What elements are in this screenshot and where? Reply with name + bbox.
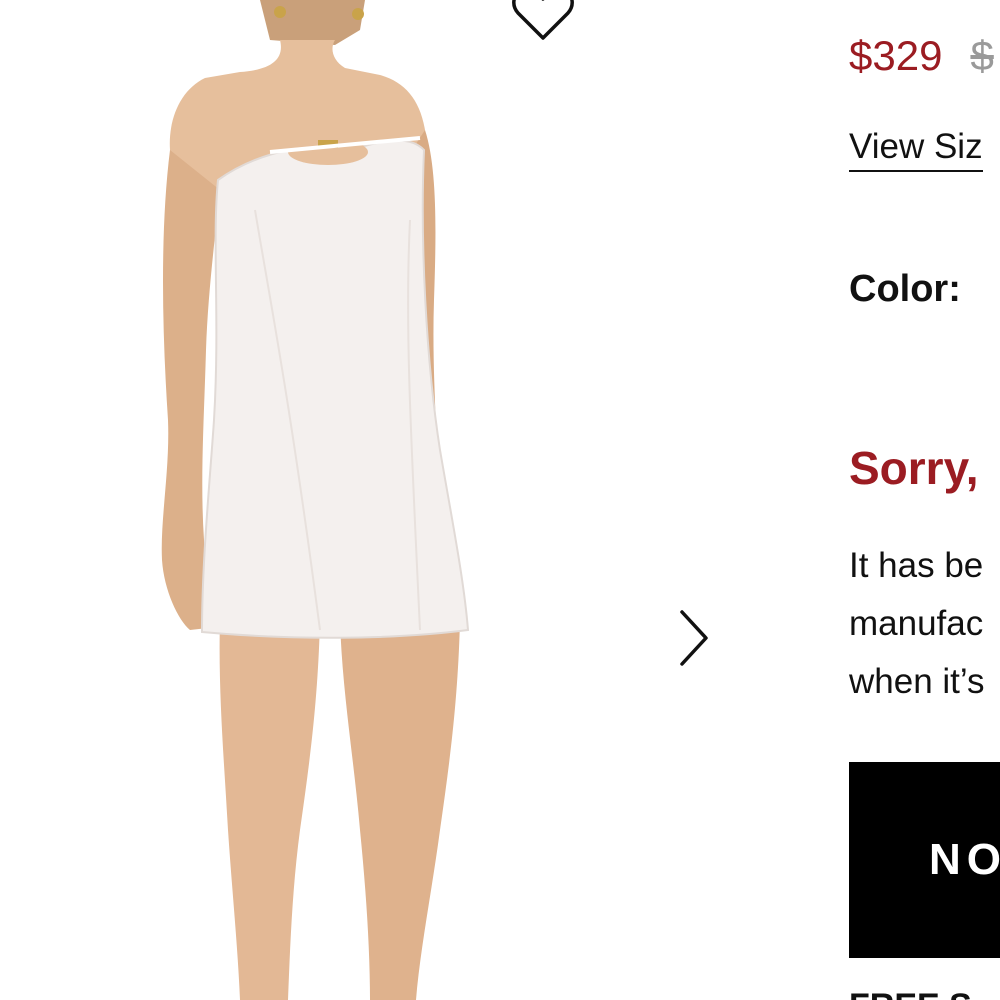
message-line: manufac <box>849 604 984 643</box>
price-row: $329 $ <box>849 30 994 82</box>
notify-button-label: NO <box>929 835 1000 884</box>
unavailable-message: It has be manufac when it’s <box>849 537 985 711</box>
product-info-panel: $329 $ View Siz Color: Sorry, It has be m… <box>849 0 1000 1000</box>
chevron-right-icon[interactable] <box>672 606 716 670</box>
sale-price: $329 <box>849 32 943 79</box>
unavailable-title: Sorry, <box>849 442 979 494</box>
free-shipping-note: FREE S <box>849 986 972 1000</box>
product-image-area <box>0 0 840 1000</box>
notify-me-button[interactable]: NO <box>849 762 1000 958</box>
message-line: when it’s <box>849 662 985 701</box>
original-price: $ <box>970 32 994 79</box>
color-label: Color: <box>849 268 961 310</box>
product-image <box>161 0 470 1000</box>
message-line: It has be <box>849 546 984 585</box>
heart-outline-icon[interactable] <box>510 0 576 44</box>
view-size-guide-link[interactable]: View Siz <box>849 126 983 172</box>
